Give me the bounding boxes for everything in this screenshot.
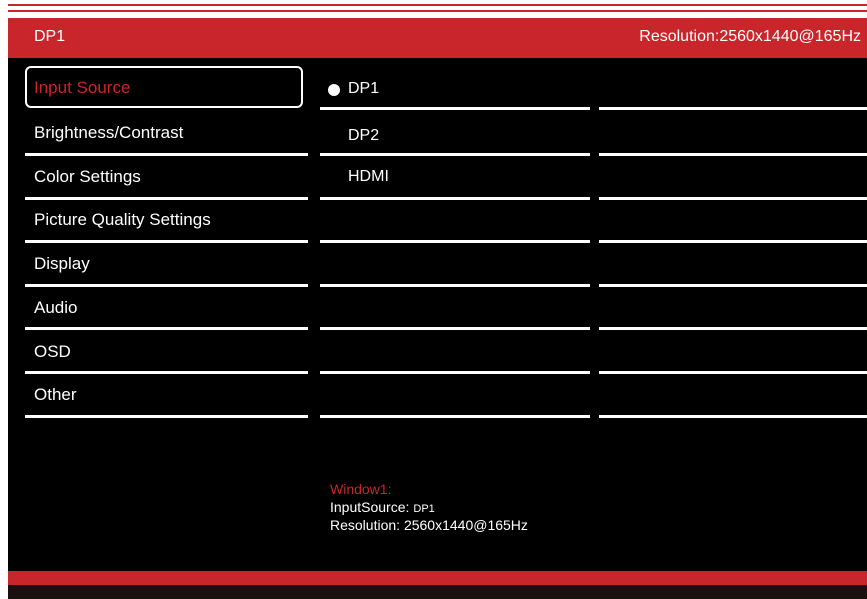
window-info-title: Window1: bbox=[330, 481, 392, 497]
menu-divider bbox=[25, 153, 308, 156]
option-hdmi[interactable]: HDMI bbox=[348, 168, 389, 186]
footer-strip bbox=[8, 585, 867, 599]
option-divider bbox=[320, 197, 590, 200]
option-dp2[interactable]: DP2 bbox=[348, 127, 379, 145]
menu-item-label: Input Source bbox=[34, 78, 131, 97]
value-divider bbox=[599, 240, 867, 243]
value-divider bbox=[599, 371, 867, 374]
osd-frame: DP1 Resolution:2560x1440@165Hz Input Sou… bbox=[8, 0, 867, 599]
option-dp1[interactable]: DP1 bbox=[348, 80, 379, 98]
option-divider bbox=[320, 284, 590, 287]
menu-item-label: OSD bbox=[34, 342, 71, 361]
menu-item-audio[interactable]: Audio bbox=[25, 286, 303, 328]
value-divider bbox=[599, 415, 867, 418]
menu-item-display[interactable]: Display bbox=[25, 242, 303, 284]
menu-item-picture-quality[interactable]: Picture Quality Settings bbox=[25, 198, 303, 240]
menu-item-label: Audio bbox=[34, 298, 78, 317]
window-info-input: InputSource: DP1 bbox=[330, 499, 435, 515]
value-divider bbox=[599, 197, 867, 200]
window-info-resolution-label: Resolution: bbox=[330, 517, 401, 533]
menu-item-other[interactable]: Other bbox=[25, 373, 303, 415]
menu-divider bbox=[25, 327, 308, 330]
window-info-resolution-value: 2560x1440@165Hz bbox=[403, 517, 528, 533]
menu-item-color-settings[interactable]: Color Settings bbox=[25, 155, 303, 197]
osd-header: DP1 Resolution:2560x1440@165Hz bbox=[8, 18, 867, 58]
value-divider bbox=[599, 107, 867, 110]
menu-item-label: Other bbox=[34, 385, 77, 404]
menu-item-label: Display bbox=[34, 254, 90, 273]
top-stripe bbox=[8, 4, 867, 6]
top-stripe bbox=[8, 10, 867, 12]
option-divider bbox=[320, 415, 590, 418]
menu-item-label: Brightness/Contrast bbox=[34, 123, 184, 142]
menu-item-osd[interactable]: OSD bbox=[25, 330, 303, 372]
window-info-input-label: InputSource: bbox=[330, 499, 410, 515]
menu-divider bbox=[25, 284, 308, 287]
option-divider bbox=[320, 153, 590, 156]
footer-bar bbox=[8, 571, 867, 585]
option-divider bbox=[320, 107, 590, 110]
current-source-label: DP1 bbox=[34, 28, 66, 45]
menu-item-input-source[interactable]: Input Source bbox=[25, 66, 303, 108]
menu-item-brightness-contrast[interactable]: Brightness/Contrast bbox=[25, 111, 303, 153]
menu-item-label: Picture Quality Settings bbox=[34, 210, 211, 229]
menu-divider bbox=[25, 197, 308, 200]
top-decoration bbox=[8, 0, 867, 18]
menu-divider bbox=[25, 371, 308, 374]
window-info-input-value: DP1 bbox=[413, 503, 435, 515]
window-info-resolution: Resolution: 2560x1440@165Hz bbox=[330, 517, 528, 533]
option-divider bbox=[320, 371, 590, 374]
menu-divider bbox=[25, 240, 308, 243]
value-divider bbox=[599, 327, 867, 330]
value-divider bbox=[599, 153, 867, 156]
menu-item-label: Color Settings bbox=[34, 167, 141, 186]
option-divider bbox=[320, 327, 590, 330]
resolution-readout-label: Resolution: bbox=[639, 28, 720, 45]
value-divider bbox=[599, 284, 867, 287]
resolution-readout-value: 2560x1440@165Hz bbox=[719, 28, 861, 45]
menu-divider bbox=[25, 415, 308, 418]
resolution-readout: Resolution:2560x1440@165Hz bbox=[639, 28, 861, 46]
radio-dot-icon bbox=[328, 84, 340, 96]
option-divider bbox=[320, 240, 590, 243]
